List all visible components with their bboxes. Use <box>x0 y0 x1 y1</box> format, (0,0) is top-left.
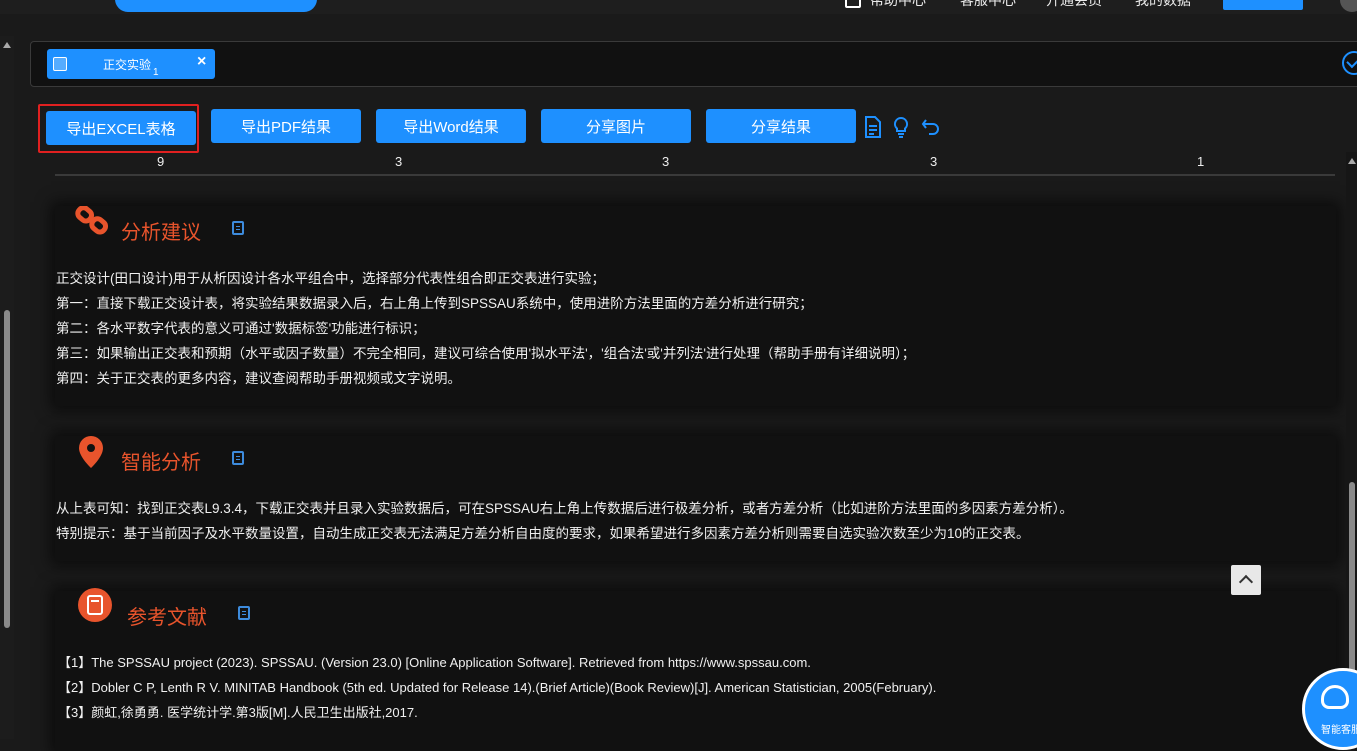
smart-analysis-panel: 智能分析 从上表可知：找到正交表L9.3.4，下载正交表并且录入实验数据后，可在… <box>55 436 1336 561</box>
result-tab-bar: 正交实验 1 × <box>30 41 1357 87</box>
tab-orthogonal-experiment[interactable]: 正交实验 1 × <box>47 49 215 79</box>
content-scrollbar[interactable] <box>1346 152 1357 739</box>
table-cell: 1 <box>1197 154 1205 169</box>
table-cell: 3 <box>395 154 403 169</box>
suggestion-line: 正交设计(田口设计)用于从析因设计各水平组合中，选择部分代表性组合即正交表进行实… <box>56 271 605 286</box>
nav-vip[interactable]: 开通会员 <box>1046 0 1102 10</box>
scroll-up-arrow-icon[interactable] <box>3 42 11 48</box>
nav-help[interactable]: 帮助中心 <box>870 0 926 10</box>
tab-count: 1 <box>153 67 159 78</box>
suggestion-text: 正交设计(田口设计)用于从析因设计各水平组合中，选择部分代表性组合即正交表进行实… <box>56 266 915 391</box>
avatar[interactable] <box>1340 0 1357 12</box>
edit-icon <box>53 57 67 71</box>
export-word-button[interactable]: 导出Word结果 <box>376 109 526 143</box>
top-nav-bar: 帮助中心 客服中心 开通会员 我的数据 <box>0 0 1357 14</box>
smart-analysis-text: 从上表可知：找到正交表L9.3.4，下载正交表并且录入实验数据后，可在SPSSA… <box>56 496 1073 546</box>
book-icon <box>77 587 113 628</box>
nav-service[interactable]: 客服中心 <box>960 0 1016 10</box>
document-icon[interactable] <box>864 116 882 144</box>
headset-icon <box>1321 685 1349 709</box>
tab-label: 正交实验 <box>103 58 152 72</box>
suggestion-panel: 分析建议 正交设计(田口设计)用于从析因设计各水平组合中，选择部分代表性组合即正… <box>55 205 1336 406</box>
undo-icon[interactable] <box>921 116 941 142</box>
export-excel-button[interactable]: 导出EXCEL表格 <box>46 111 196 145</box>
left-scrollbar[interactable] <box>0 36 14 739</box>
assistant-label: 智能客服 <box>1321 725 1357 736</box>
analysis-line: 特别提示：基于当前因子及水平数量设置，自动生成正交表无法满足方差分析自由度的要求… <box>56 526 1030 541</box>
suggestion-line: 第一：直接下载正交设计表，将实验结果数据录入后，右上角上传到SPSSAU系统中，… <box>56 296 813 311</box>
copy-icon[interactable] <box>232 451 244 465</box>
table-cell: 3 <box>930 154 938 169</box>
link-icon <box>75 205 111 243</box>
suggestion-line: 第四：关于正交表的更多内容，建议查阅帮助手册视频或文字说明。 <box>56 371 461 386</box>
reference-item: 【1】The SPSSAU project (2023). SPSSAU. (V… <box>58 655 811 670</box>
nav-pill-button[interactable] <box>115 0 317 12</box>
reference-item: 【3】颜虹,徐勇勇. 医学统计学.第3版[M].人民卫生出版社,2017. <box>58 705 418 720</box>
references-panel: 参考文献 【1】The SPSSAU project (2023). SPSSA… <box>55 588 1336 751</box>
table-bottom-rule <box>55 174 1335 176</box>
help-icon[interactable] <box>845 0 861 8</box>
table-cell: 9 <box>157 154 165 169</box>
nav-my-data[interactable]: 我的数据 <box>1135 0 1191 10</box>
share-image-button[interactable]: 分享图片 <box>541 109 691 143</box>
reference-item: 【2】Dobler C P, Lenth R V. MINITAB Handbo… <box>58 680 937 695</box>
export-pdf-button[interactable]: 导出PDF结果 <box>211 109 361 143</box>
suggestion-line: 第二：各水平数字代表的意义可通过'数据标签'功能进行标识； <box>56 321 426 336</box>
chevron-down-icon[interactable] <box>1342 51 1357 75</box>
references-title: 参考文献 <box>127 607 207 629</box>
smart-analysis-title: 智能分析 <box>121 452 201 474</box>
back-to-top-button[interactable] <box>1231 565 1261 595</box>
site-logo[interactable] <box>0 0 84 8</box>
lightbulb-icon[interactable] <box>892 116 910 144</box>
table-cell: 3 <box>662 154 670 169</box>
share-result-button[interactable]: 分享结果 <box>706 109 856 143</box>
copy-icon[interactable] <box>232 221 244 235</box>
close-icon[interactable]: × <box>197 53 206 71</box>
scrollbar-thumb[interactable] <box>4 310 10 628</box>
copy-icon[interactable] <box>238 606 250 620</box>
analysis-line: 从上表可知：找到正交表L9.3.4，下载正交表并且录入实验数据后，可在SPSSA… <box>56 501 1074 516</box>
location-pin-icon <box>77 434 105 475</box>
scroll-up-arrow-icon[interactable] <box>1348 158 1356 164</box>
suggestion-line: 第三：如果输出正交表和预期（水平或因子数量）不完全相同，建议可综合使用'拟水平法… <box>56 346 916 361</box>
suggestion-title: 分析建议 <box>121 222 201 244</box>
upload-data-button[interactable] <box>1223 0 1303 10</box>
references-list: 【1】The SPSSAU project (2023). SPSSAU. (V… <box>58 650 936 725</box>
